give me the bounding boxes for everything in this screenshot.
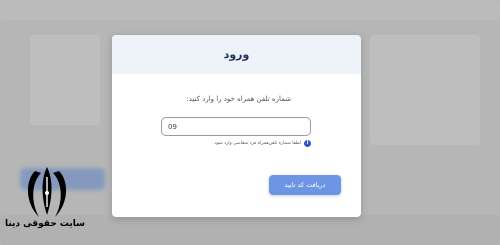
- watermark-text: سایت حقوقی دینا: [4, 219, 86, 229]
- site-watermark: سایت حقوقی دینا: [2, 163, 88, 243]
- info-icon: i: [304, 140, 311, 147]
- phone-number-input[interactable]: [161, 117, 311, 136]
- pen-nib-emblem-icon: [27, 167, 67, 217]
- get-verification-code-button[interactable]: دریافت کد تایید: [269, 175, 341, 195]
- phone-hint: i لطفا شماره تلفن‌همراه فرد متقاضی وارد …: [213, 140, 311, 147]
- phone-hint-text: لطفا شماره تلفن‌همراه فرد متقاضی وارد شو…: [213, 141, 301, 146]
- modal-title: ورود: [223, 48, 250, 61]
- modal-header: ورود: [112, 35, 361, 74]
- login-modal: ورود شماره تلفن همراه خود را وارد کنید: …: [112, 35, 361, 217]
- phone-prompt: شماره تلفن همراه خود را وارد کنید:: [186, 95, 291, 103]
